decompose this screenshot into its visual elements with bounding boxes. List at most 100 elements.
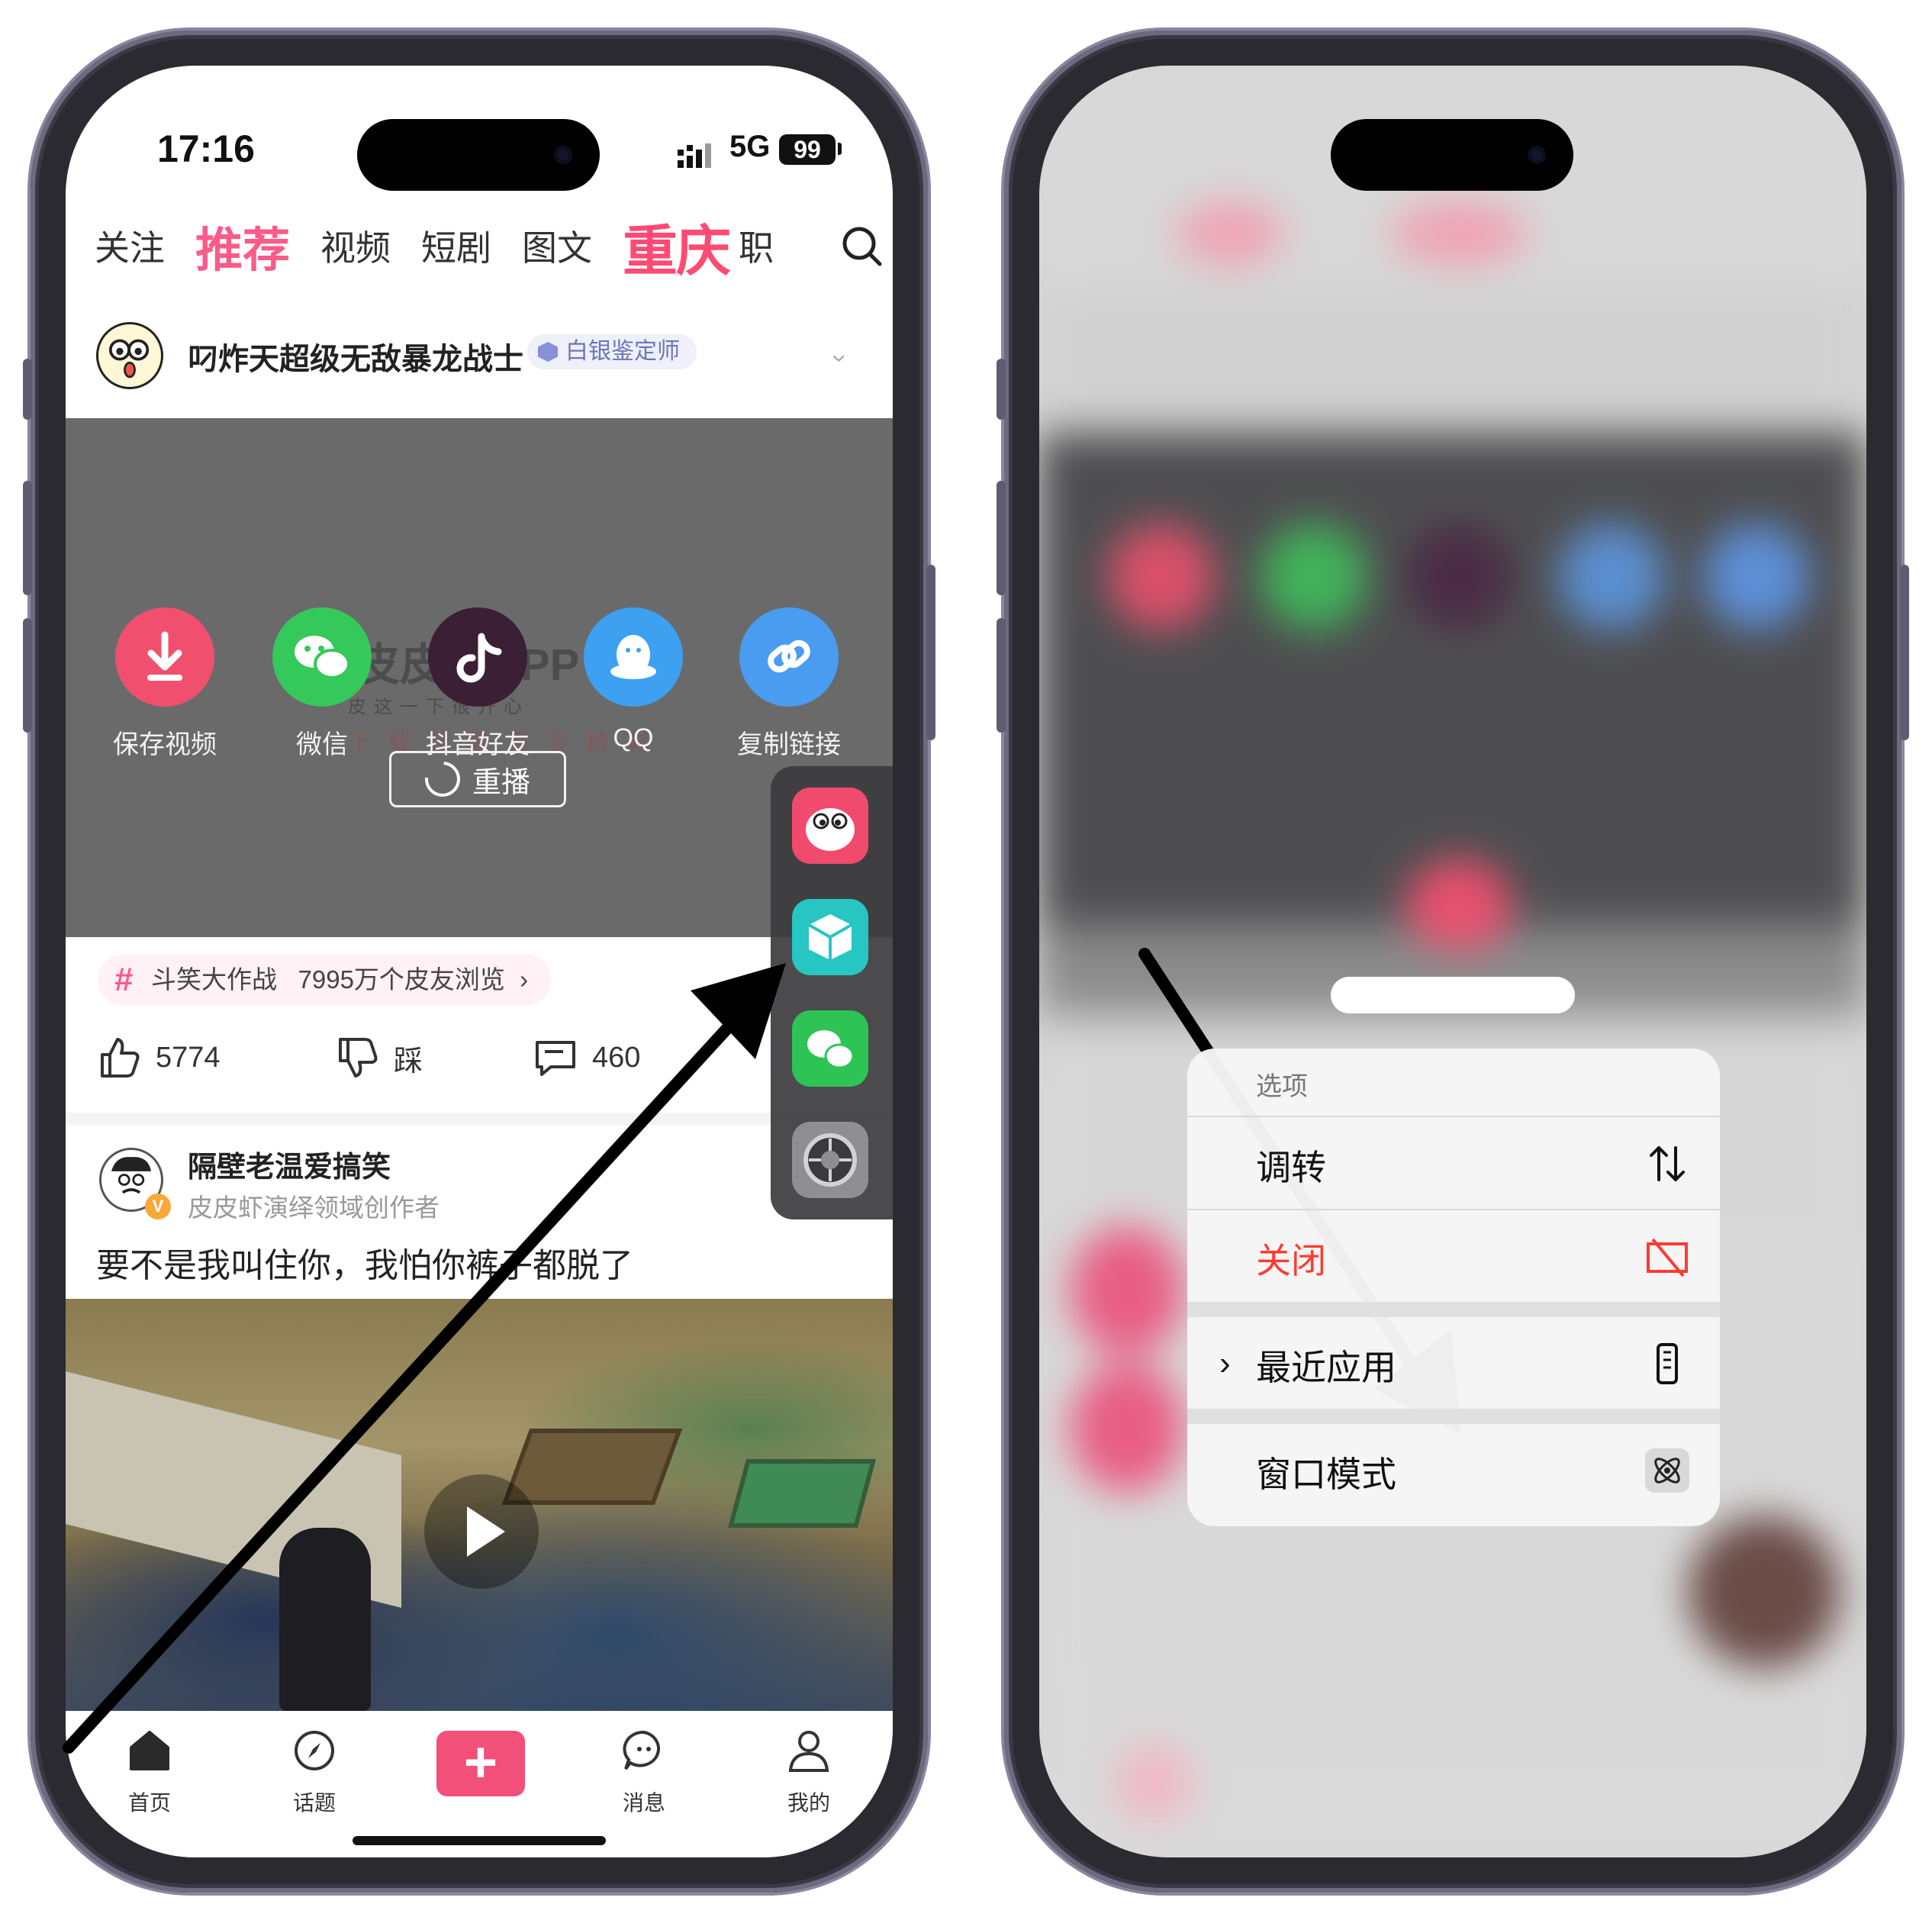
tab-short-drama[interactable]: 短剧 <box>421 221 491 271</box>
post-text[interactable]: 要不是我叫住你，我怕你裤子都脱了 <box>96 1238 633 1287</box>
share-save-video[interactable]: 保存视频 <box>104 607 226 761</box>
left-screen: 17:16 5G 99 关注 推荐 视频 短剧 图文 重庆 职 叼炸天超级无敌暴… <box>66 66 893 1857</box>
tab-video[interactable]: 视频 <box>320 221 391 271</box>
share-copy-link[interactable]: 复制链接 <box>728 607 850 761</box>
comment-count: 460 <box>592 1041 641 1074</box>
profile-icon <box>788 1731 829 1772</box>
share-wechat[interactable]: 微信 <box>261 607 383 761</box>
right-screen: 选项 调转 关闭 › 最近应用 窗口模式 <box>1039 66 1866 1857</box>
menu-label-rotate: 调转 <box>1256 1148 1326 1187</box>
tab-jobs[interactable]: 职 <box>739 221 774 271</box>
tab-chongqing[interactable]: 重庆 <box>623 206 731 286</box>
tab-image-text[interactable]: 图文 <box>522 221 592 271</box>
play-icon[interactable] <box>424 1474 539 1589</box>
chevron-right-icon: › <box>1219 1345 1231 1382</box>
cube-app-icon[interactable] <box>792 899 868 975</box>
side-button <box>1900 565 1909 740</box>
menu-item-recent-apps[interactable]: › 最近应用 <box>1187 1317 1720 1409</box>
comment-icon <box>536 1041 575 1076</box>
menu-label-close: 关闭 <box>1256 1241 1326 1281</box>
author-avatar[interactable] <box>96 322 163 389</box>
thumbs-up-icon <box>101 1038 140 1078</box>
wechat-app-icon[interactable] <box>792 1010 868 1087</box>
menu-label-recent-apps: 最近应用 <box>1256 1348 1396 1387</box>
options-menu: 选项 调转 关闭 › 最近应用 窗口模式 <box>1187 1049 1720 1526</box>
replay-icon <box>417 754 468 804</box>
menu-header: 选项 <box>1256 1072 1308 1101</box>
nav-home[interactable]: 首页 <box>96 1726 203 1817</box>
pipixia-app-icon[interactable] <box>792 788 868 864</box>
share-label-wechat: 微信 <box>296 730 348 759</box>
post-actions: 5774 踩 460 <box>96 1035 768 1096</box>
topic-pill[interactable]: # 斗笑大作战 7995万个皮友浏览 › <box>98 954 552 1006</box>
atom-icon <box>1645 1448 1689 1493</box>
share-label-copy-link: 复制链接 <box>737 730 841 759</box>
dislike-label: 踩 <box>394 1045 423 1078</box>
nav-topics[interactable]: 话题 <box>261 1726 368 1817</box>
nav-profile-label: 我的 <box>787 1791 830 1815</box>
network-label: 5G <box>729 130 771 163</box>
volume-up-button <box>23 481 32 595</box>
blurred-app-background <box>1039 66 1866 1857</box>
like-button[interactable]: 5774 <box>96 1035 221 1081</box>
topic-name: 斗笑大作战 <box>151 965 277 994</box>
home-icon <box>130 1731 169 1770</box>
app-switcher-dock <box>771 766 893 1219</box>
create-post-button[interactable]: + <box>436 1731 525 1796</box>
volume-down-button <box>23 618 32 733</box>
hashtag-icon: # <box>114 961 134 998</box>
nav-messages-label: 消息 <box>622 1791 665 1815</box>
author-name[interactable]: 叼炸天超级无敌暴龙战士 <box>188 334 523 379</box>
status-time: 17:16 <box>157 127 255 170</box>
wechat-icon <box>272 607 372 707</box>
download-icon <box>115 607 214 707</box>
settings-app-icon[interactable] <box>792 1122 868 1198</box>
volume-down-button <box>997 618 1006 733</box>
nav-home-label: 首页 <box>127 1791 171 1815</box>
feed-tabs: 关注 推荐 视频 短剧 图文 重庆 职 <box>95 215 858 282</box>
author-row[interactable]: 叼炸天超级无敌暴龙战士 白银鉴定师 › <box>96 317 867 394</box>
volume-up-button <box>997 481 1006 595</box>
menu-label-window-mode: 窗口模式 <box>1256 1454 1396 1494</box>
window-handle[interactable] <box>1331 977 1575 1013</box>
link-icon <box>739 607 839 707</box>
battery-indicator: 99 <box>779 134 836 165</box>
share-qq[interactable]: QQ <box>572 607 694 753</box>
video-thumbnail[interactable] <box>66 1299 893 1711</box>
close-window-icon <box>1647 1238 1688 1277</box>
topic-views: 7995万个皮友浏览 <box>298 965 505 994</box>
left-phone-frame: 17:16 5G 99 关注 推荐 视频 短剧 图文 重庆 职 叼炸天超级无敌暴… <box>23 31 935 1893</box>
comment-button[interactable]: 460 <box>533 1035 640 1081</box>
signal-icon <box>678 143 711 168</box>
dislike-button[interactable]: 踩 <box>334 1035 423 1081</box>
action-button <box>23 359 32 420</box>
chevron-down-icon[interactable]: › <box>825 354 855 362</box>
share-label-save: 保存视频 <box>113 730 217 759</box>
right-phone-frame: 选项 调转 关闭 › 最近应用 窗口模式 <box>997 31 1909 1893</box>
phone-icon <box>1657 1343 1678 1384</box>
home-indicator[interactable] <box>353 1836 606 1845</box>
chat-icon <box>623 1730 661 1770</box>
dynamic-island <box>1331 119 1573 191</box>
compass-icon <box>295 1731 334 1770</box>
author-badge: 白银鉴定师 <box>527 334 697 369</box>
action-button <box>997 359 1006 420</box>
menu-item-close[interactable]: 关闭 <box>1187 1210 1720 1302</box>
replay-button[interactable]: 重播 <box>389 751 566 807</box>
topic-chevron-icon: › <box>520 965 529 994</box>
search-icon[interactable] <box>840 224 883 267</box>
share-douyin[interactable]: 抖音好友 <box>417 607 539 761</box>
replay-label: 重播 <box>472 766 530 799</box>
menu-item-window-mode[interactable]: 窗口模式 <box>1187 1424 1720 1516</box>
tab-recommend[interactable]: 推荐 <box>195 211 290 280</box>
tab-follow[interactable]: 关注 <box>95 221 165 271</box>
like-count: 5774 <box>156 1041 221 1074</box>
nav-profile[interactable]: 我的 <box>755 1726 862 1817</box>
douyin-icon <box>428 607 527 707</box>
menu-item-rotate[interactable]: 调转 <box>1187 1117 1720 1209</box>
swap-vertical-icon <box>1650 1146 1685 1181</box>
nav-messages[interactable]: 消息 <box>591 1726 697 1817</box>
post-author-name[interactable]: 隔壁老温爱搞笑 <box>188 1143 391 1185</box>
badge-label: 白银鉴定师 <box>565 339 680 364</box>
qq-icon <box>584 607 683 707</box>
